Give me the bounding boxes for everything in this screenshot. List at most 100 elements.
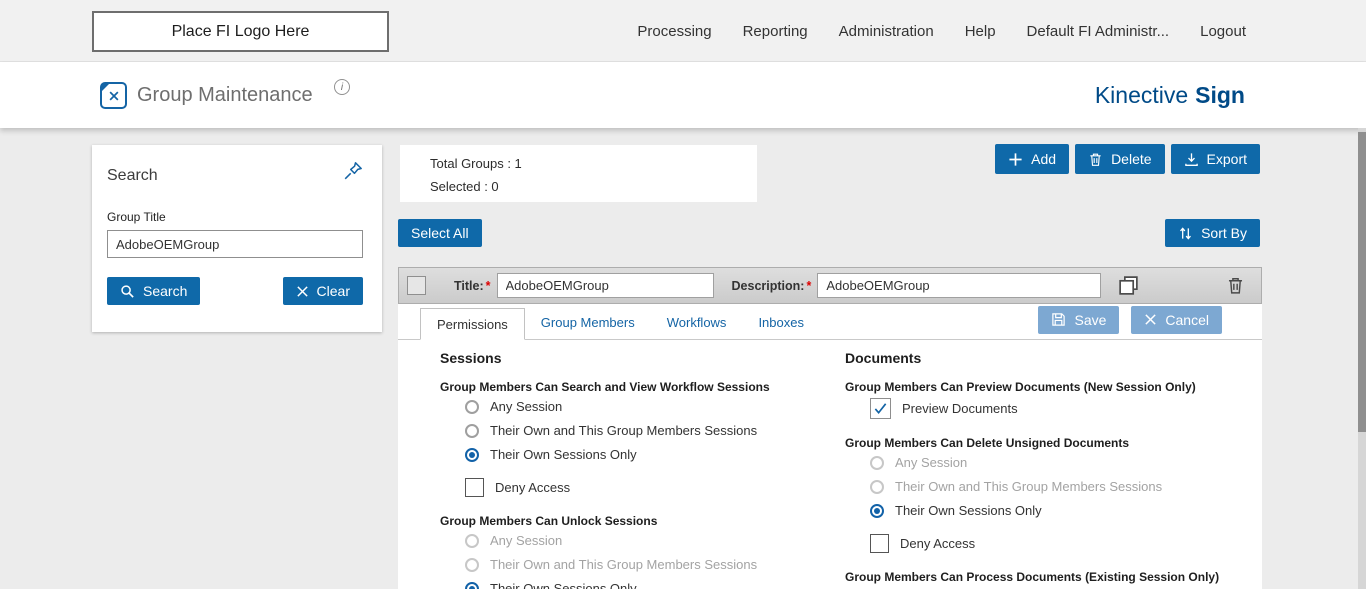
copy-icon[interactable] <box>1117 274 1140 297</box>
trash-icon <box>1226 276 1245 295</box>
select-all-button[interactable]: Select All <box>398 219 482 247</box>
nav-item-current-user[interactable]: Default FI Administr... <box>1027 23 1170 40</box>
checkbox-icon <box>465 478 484 497</box>
sort-icon <box>1178 226 1193 241</box>
group-title-row-input[interactable] <box>497 273 714 298</box>
documents-column: Documents Group Members Can Preview Docu… <box>845 350 1245 589</box>
description-label: Description:* <box>732 279 812 293</box>
scrollbar-thumb[interactable] <box>1358 132 1366 432</box>
tab-inboxes[interactable]: Inboxes <box>742 307 820 339</box>
permissions-tab-content: Sessions Group Members Can Search and Vi… <box>398 340 1262 589</box>
page-header: Group Maintenance i Kinective Sign <box>0 62 1366 128</box>
radio-icon <box>465 534 479 548</box>
nav-item-logout[interactable]: Logout <box>1200 23 1246 40</box>
radio-icon <box>465 400 479 414</box>
add-button[interactable]: Add <box>995 144 1069 174</box>
brand-logo: Kinective Sign <box>1095 62 1245 128</box>
radio-icon-selected <box>465 582 479 589</box>
selected-count-text: Selected : 0 <box>430 175 757 198</box>
total-groups-text: Total Groups : 1 <box>430 152 757 175</box>
sessions-column: Sessions Group Members Can Search and Vi… <box>440 350 845 589</box>
fi-logo-placeholder: Place FI Logo Here <box>92 11 389 52</box>
sort-by-button[interactable]: Sort By <box>1165 219 1260 247</box>
perm-group-title: Group Members Can Search and View Workfl… <box>440 380 845 395</box>
radio-own-sessions-only[interactable]: Their Own Sessions Only <box>870 499 1245 523</box>
radio-icon-selected <box>870 504 884 518</box>
search-button[interactable]: Search <box>107 277 200 305</box>
x-icon <box>1144 313 1157 326</box>
check-icon <box>873 401 888 416</box>
cancel-button[interactable]: Cancel <box>1131 306 1222 334</box>
sessions-heading: Sessions <box>440 350 845 366</box>
radio-icon <box>465 558 479 572</box>
tab-strip: Permissions Group Members Workflows Inbo… <box>398 304 1262 340</box>
perm-group-title: Group Members Can Process Documents (Exi… <box>845 570 1245 585</box>
perm-group-title: Group Members Can Delete Unsigned Docume… <box>845 436 1245 451</box>
title-label: Title:* <box>454 279 491 293</box>
group-description-row-input[interactable] <box>817 273 1101 298</box>
search-panel: Search Group Title Search Clear <box>92 145 382 332</box>
search-icon <box>120 284 135 299</box>
perm-group-title: Group Members Can Unlock Sessions <box>440 514 845 529</box>
radio-icon <box>870 480 884 494</box>
nav-item-processing[interactable]: Processing <box>637 23 711 40</box>
perm-group-title: Group Members Can Preview Documents (New… <box>845 380 1245 395</box>
brand-product: Sign <box>1195 82 1245 109</box>
pin-icon[interactable] <box>343 161 363 186</box>
tab-group-members[interactable]: Group Members <box>525 307 651 339</box>
radio-icon-selected <box>465 448 479 462</box>
form-actions: Save Cancel <box>1038 306 1222 334</box>
nav-item-administration[interactable]: Administration <box>839 23 934 40</box>
checkbox-preview-documents[interactable]: Preview Documents <box>870 395 1245 422</box>
group-row-header: Title:* Description:* <box>398 267 1262 304</box>
save-icon <box>1051 312 1066 327</box>
main-nav: Processing Reporting Administration Help… <box>637 0 1246 62</box>
group-panel: Title:* Description:* Permissions Group … <box>398 267 1262 589</box>
tab-permissions[interactable]: Permissions <box>420 308 525 340</box>
info-icon[interactable]: i <box>334 79 350 95</box>
export-button[interactable]: Export <box>1171 144 1260 174</box>
tab-workflows[interactable]: Workflows <box>651 307 743 339</box>
group-maintenance-icon <box>100 82 127 109</box>
required-marker: * <box>486 279 491 293</box>
nav-item-reporting[interactable]: Reporting <box>743 23 808 40</box>
documents-heading: Documents <box>845 350 1245 366</box>
fi-logo-text: Place FI Logo Here <box>172 23 310 41</box>
x-icon <box>296 285 309 298</box>
group-title-input[interactable] <box>107 230 363 258</box>
plus-icon <box>1008 152 1023 167</box>
content-area: Search Group Title Search Clear Total Gr… <box>0 128 1366 589</box>
radio-own-and-group-sessions-disabled: Their Own and This Group Members Session… <box>465 553 845 577</box>
clear-button[interactable]: Clear <box>283 277 363 305</box>
radio-any-session-disabled: Any Session <box>465 529 845 553</box>
radio-own-sessions-only[interactable]: Their Own Sessions Only <box>465 443 845 467</box>
x-glyph <box>108 90 120 102</box>
required-marker: * <box>806 279 811 293</box>
checkbox-deny-access[interactable]: Deny Access <box>870 531 1245 556</box>
download-icon <box>1184 152 1199 167</box>
checkbox-deny-access[interactable]: Deny Access <box>465 475 845 500</box>
vertical-scrollbar[interactable] <box>1358 128 1366 589</box>
groups-summary: Total Groups : 1 Selected : 0 <box>400 145 757 202</box>
radio-any-session[interactable]: Any Session <box>465 395 845 419</box>
radio-icon <box>870 456 884 470</box>
radio-own-and-group-sessions[interactable]: Their Own and This Group Members Session… <box>465 419 845 443</box>
checkbox-icon-checked <box>870 398 891 419</box>
radio-own-and-group-sessions-disabled: Their Own and This Group Members Session… <box>870 475 1245 499</box>
checkbox-icon <box>870 534 889 553</box>
radio-any-session-disabled: Any Session <box>870 451 1245 475</box>
brand-name: Kinective <box>1095 82 1188 109</box>
delete-group-icon[interactable] <box>1226 276 1245 295</box>
group-title-label: Group Title <box>107 210 363 224</box>
delete-button[interactable]: Delete <box>1075 144 1164 174</box>
page-title: Group Maintenance <box>137 84 313 107</box>
top-bar: Place FI Logo Here Processing Reporting … <box>0 0 1366 62</box>
row-select-checkbox[interactable] <box>407 276 426 295</box>
nav-item-help[interactable]: Help <box>965 23 996 40</box>
radio-own-sessions-only[interactable]: Their Own Sessions Only <box>465 577 845 589</box>
crud-toolbar: Add Delete Export <box>995 144 1260 174</box>
trash-icon <box>1088 152 1103 167</box>
save-button[interactable]: Save <box>1038 306 1119 334</box>
search-panel-title: Search <box>107 161 158 185</box>
radio-icon <box>465 424 479 438</box>
